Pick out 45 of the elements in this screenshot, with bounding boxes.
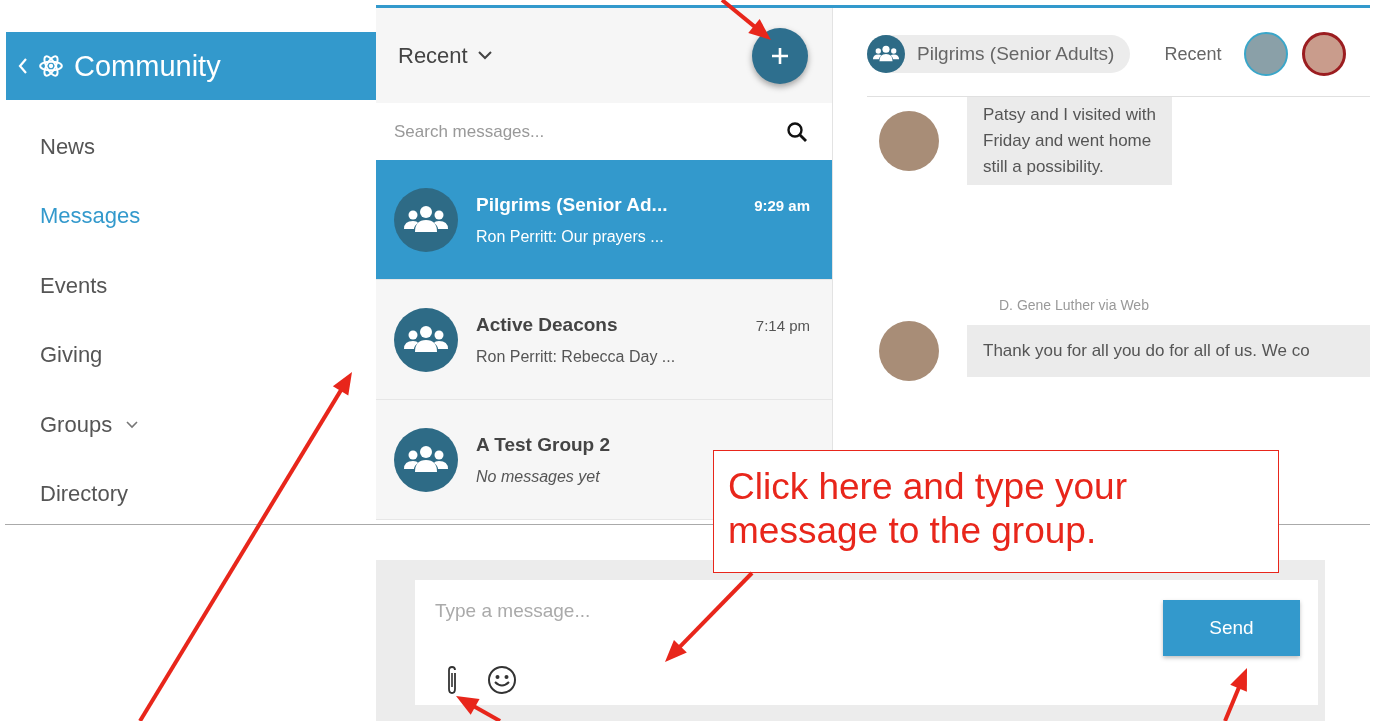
sender-name: D. Gene Luther via Web xyxy=(999,297,1150,313)
search-input[interactable]: Search messages... xyxy=(392,120,786,143)
back-icon[interactable] xyxy=(18,58,28,74)
group-icon xyxy=(394,307,458,372)
message-text: still a possibility. xyxy=(983,157,1105,177)
group-icon xyxy=(394,187,458,252)
chevron-down-icon[interactable] xyxy=(126,420,139,429)
nav-link[interactable]: Directory xyxy=(40,481,128,508)
paperclip-icon[interactable] xyxy=(445,665,459,695)
nav-link[interactable]: Giving xyxy=(40,342,103,369)
conversation-preview: No messages yet xyxy=(476,467,600,486)
message-text: Thank you for all you do for all of us. We co xyxy=(983,341,1311,361)
nav-link[interactable]: Groups xyxy=(40,411,113,438)
avatar xyxy=(879,321,939,381)
search-icon[interactable] xyxy=(786,120,808,143)
message-text: Friday and went home xyxy=(983,131,1153,151)
group-icon xyxy=(867,35,905,73)
conversation-item[interactable]: Active Deacons 7:14 pm Ron Perritt: Rebecca Day ... xyxy=(376,280,832,400)
nav-link[interactable]: Events xyxy=(40,272,108,299)
avatar xyxy=(879,111,939,171)
nav-link[interactable]: News xyxy=(40,133,95,160)
arrow xyxy=(720,0,771,40)
sidebar-title: Community xyxy=(74,49,221,83)
conversation-name: Active Deacons xyxy=(476,313,618,336)
atom-icon xyxy=(38,53,64,79)
plus-icon xyxy=(770,45,790,66)
chevron-down-icon xyxy=(477,51,492,60)
conversation-time: 9:29 am xyxy=(754,196,810,214)
group-chip[interactable]: Pilgrims (Senior Adults) xyxy=(867,35,1131,73)
conversation-preview: Ron Perritt: Our prayers ... xyxy=(476,227,664,246)
arrow xyxy=(1223,668,1247,721)
message-text: Patsy and I visited with xyxy=(983,105,1156,125)
avatar xyxy=(1301,32,1346,76)
arrow xyxy=(456,696,501,721)
recent-dropdown[interactable]: Recent xyxy=(398,42,492,69)
emoji-icon[interactable] xyxy=(487,665,517,695)
add-button[interactable] xyxy=(752,27,808,84)
conversation-time: 7:14 pm xyxy=(755,316,810,334)
avatar xyxy=(1243,32,1288,76)
conversation-name: A Test Group 2 xyxy=(476,433,611,456)
conversation-name: Pilgrims (Senior Ad... xyxy=(476,193,668,216)
search-field[interactable]: Search messages... xyxy=(376,103,832,160)
recent-label: Recent xyxy=(1164,43,1222,65)
conversation-preview: Ron Perritt: Rebecca Day ... xyxy=(476,347,676,366)
group-icon xyxy=(394,427,458,492)
